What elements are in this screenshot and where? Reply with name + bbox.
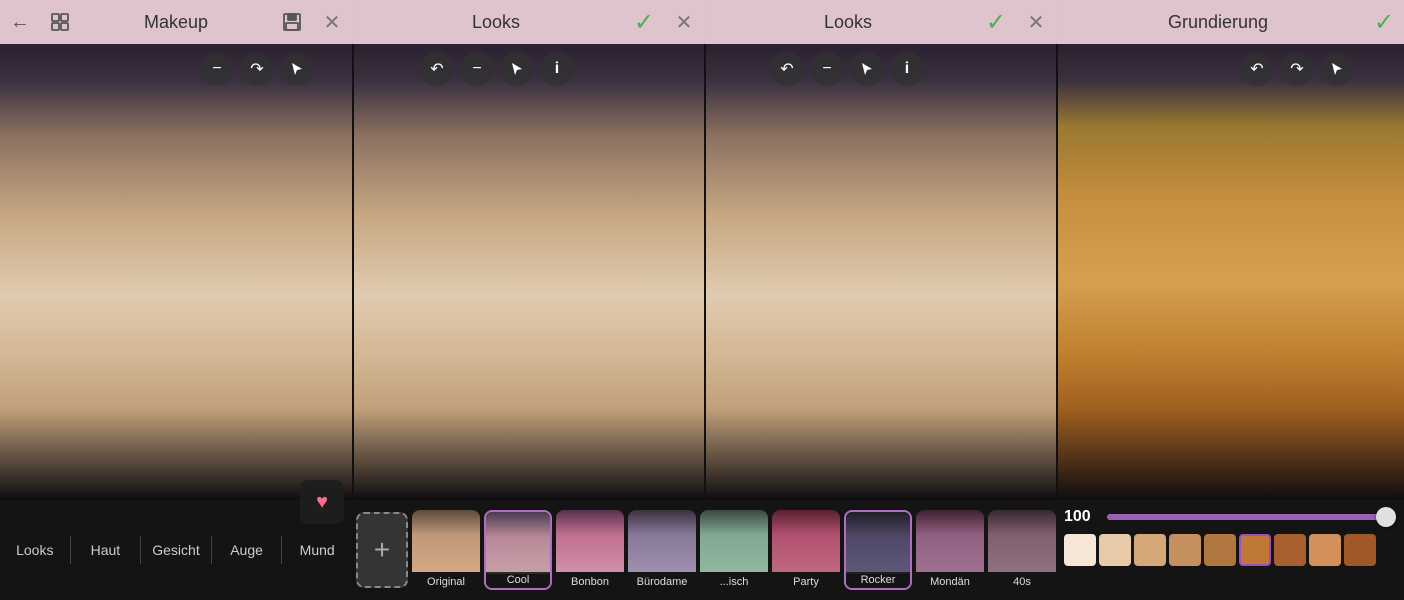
undo-icon-4[interactable]: ↶ [1240,52,1274,86]
slider-thumb[interactable] [1376,507,1396,527]
swatch-9[interactable] [1344,534,1376,566]
tab-auge[interactable]: Auge [212,536,283,564]
panel3-header: Looks ✓ ✕ [704,0,1056,44]
panel1-bottom: ♥ Looks Haut Gesicht Auge Mund [0,500,352,600]
grid-icon[interactable] [40,2,80,42]
check-button-2[interactable]: ✓ [624,2,664,42]
panel2-image [352,44,704,500]
look-rocker[interactable]: Rocker [844,510,912,590]
add-look-button[interactable]: + [356,512,408,588]
panel1-image [0,44,352,500]
panel2-title: Looks [368,12,624,33]
tab-looks[interactable]: Looks [0,536,71,564]
panel2-header: Looks ✓ ✕ [352,0,704,44]
minus-icon-2[interactable]: − [460,52,494,86]
look-mondan[interactable]: Mondän [916,510,984,590]
look-40s[interactable]: 40s [988,510,1056,590]
look-burodame[interactable]: Bürodame [628,510,696,590]
looks-selector: + Original Cool Bonbon Bürodame ...isch … [352,500,1056,600]
panel4-title: Grundierung [1072,12,1364,33]
look-party-label: Party [772,574,840,590]
swatch-2[interactable] [1099,534,1131,566]
panel3-title: Looks [720,12,976,33]
panel4-image [1056,44,1404,500]
panel1-title: Makeup [80,12,272,33]
tab-gesicht[interactable]: Gesicht [141,536,212,564]
slider-fill [1107,514,1396,520]
info-icon-3[interactable]: i [890,52,924,86]
panel1-float-icons: − ↷ [200,52,314,86]
look-rocker-label: Rocker [846,572,910,588]
redo-icon-1[interactable]: ↷ [240,52,274,86]
look-party[interactable]: Party [772,510,840,590]
slider-value: 100 [1064,508,1099,526]
redo-icon-4[interactable]: ↷ [1280,52,1314,86]
opacity-slider-row: 100 [1064,508,1396,526]
minus-icon-1[interactable]: − [200,52,234,86]
close-button-3[interactable]: ✕ [1016,2,1056,42]
swatch-6-selected[interactable] [1239,534,1271,566]
look-bonbon[interactable]: Bonbon [556,510,624,590]
swatch-4[interactable] [1169,534,1201,566]
tab-haut[interactable]: Haut [71,536,142,564]
undo-icon-3[interactable]: ↶ [770,52,804,86]
cursor-icon-2[interactable] [500,52,534,86]
swatch-8[interactable] [1309,534,1341,566]
cursor-icon-4[interactable] [1320,52,1354,86]
undo-icon-2[interactable]: ↶ [420,52,454,86]
check-button-4[interactable]: ✓ [1364,2,1404,42]
tab-mund[interactable]: Mund [282,536,352,564]
panel3-float-icons: ↶ − i [770,52,924,86]
save-button[interactable] [272,2,312,42]
swatch-1[interactable] [1064,534,1096,566]
look-frisch[interactable]: ...isch [700,510,768,590]
look-40s-label: 40s [988,574,1056,590]
swatch-7[interactable] [1274,534,1306,566]
look-original[interactable]: Original [412,510,480,590]
cursor-icon-3[interactable] [850,52,884,86]
panel2-float-icons: ↶ − i [420,52,574,86]
look-cool[interactable]: Cool [484,510,552,590]
heart-button[interactable]: ♥ [300,480,344,524]
look-original-label: Original [412,574,480,590]
opacity-slider[interactable] [1107,514,1396,520]
panel4-float-icons: ↶ ↷ [1240,52,1354,86]
cursor-icon-1[interactable] [280,52,314,86]
panel3-image [704,44,1056,500]
swatch-5[interactable] [1204,534,1236,566]
panel1-header: ← Makeup ✕ [0,0,352,44]
look-burodame-label: Bürodame [628,574,696,590]
look-mondan-label: Mondän [916,574,984,590]
minus-icon-3[interactable]: − [810,52,844,86]
swatch-3[interactable] [1134,534,1166,566]
close-button-1[interactable]: ✕ [312,2,352,42]
color-swatches [1064,534,1396,566]
check-button-3[interactable]: ✓ [976,2,1016,42]
panel4-header: Grundierung ✓ [1056,0,1404,44]
look-cool-label: Cool [486,572,550,588]
info-icon-2[interactable]: i [540,52,574,86]
look-frisch-label: ...isch [700,574,768,590]
close-button-2[interactable]: ✕ [664,2,704,42]
back-button[interactable]: ← [0,2,40,42]
look-bonbon-label: Bonbon [556,574,624,590]
panel4-bottom: 100 [1056,500,1404,600]
